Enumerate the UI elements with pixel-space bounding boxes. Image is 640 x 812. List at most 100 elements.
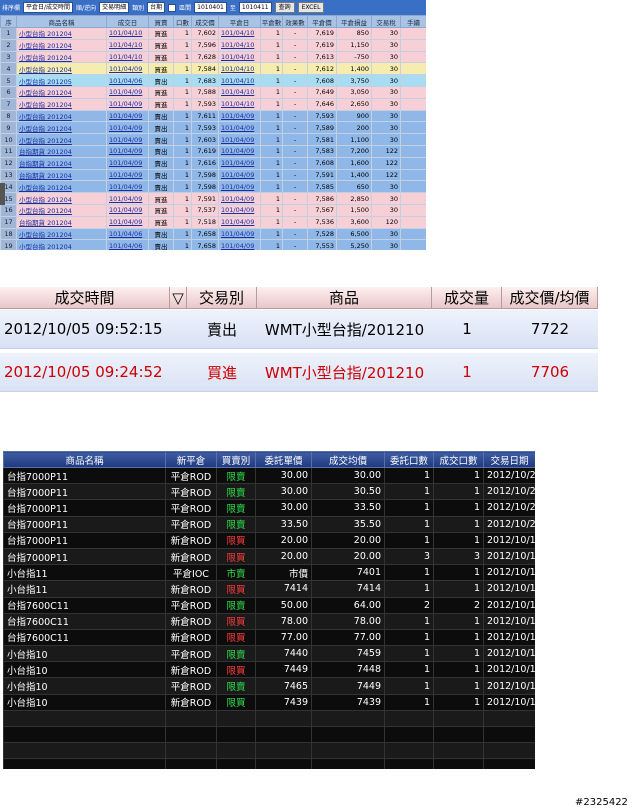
- table-row[interactable]: 17 台指期貨 201204 101/04/09 買進 1 7,518 101/04/09 1…: [0, 215, 426, 229]
- table-row[interactable]: 18 小型台指 201204 101/04/06 賣出 1 7,658 101/04/09 1…: [0, 227, 426, 241]
- table-cell[interactable]: 101/04/09: [218, 168, 261, 182]
- table-row[interactable]: 4 小型台指 201204 101/04/09 買進 1 7,584 101/04/10 1-…: [0, 62, 426, 76]
- table-row[interactable]: 小台指11新倉ROD限買74147414112012/10/19: [3, 580, 535, 598]
- table-row[interactable]: 14 小型台指 201204 101/04/09 賣出 1 7,598 101/04/09 1…: [0, 180, 426, 194]
- column-header[interactable]: 交易別: [187, 287, 257, 309]
- table-cell[interactable]: 小型台指 201204: [16, 121, 107, 135]
- table-cell[interactable]: 小型台指 201204: [16, 239, 107, 250]
- table-cell[interactable]: 台指期貨 201204: [16, 156, 107, 170]
- table-cell[interactable]: 101/04/09: [106, 180, 149, 194]
- column-header[interactable]: 手續: [400, 15, 426, 28]
- table-cell[interactable]: 小型台指 201204: [16, 109, 107, 123]
- column-header[interactable]: 口數: [173, 15, 192, 28]
- column-header[interactable]: 成交口數: [433, 451, 484, 468]
- table-cell[interactable]: 小型台指 201204: [16, 192, 107, 205]
- column-header[interactable]: 成交均價: [311, 451, 385, 468]
- table-cell[interactable]: 101/04/09: [106, 144, 149, 158]
- table-cell[interactable]: 101/04/10: [218, 85, 261, 99]
- table-cell[interactable]: 101/04/09: [106, 109, 149, 123]
- table-cell[interactable]: 101/04/10: [106, 50, 149, 64]
- table-cell[interactable]: 101/04/06: [106, 227, 149, 241]
- table-cell[interactable]: 101/04/10: [218, 62, 261, 76]
- table-row[interactable]: 7 小型台指 201204 101/04/09 買進 1 7,593 101/04/10 1-…: [0, 97, 426, 111]
- table-cell[interactable]: 101/04/09: [106, 156, 149, 170]
- table-cell[interactable]: 101/04/09: [106, 62, 149, 76]
- column-header[interactable]: 效果數: [282, 15, 308, 28]
- fill-row[interactable]: 2012/10/05 09:24:52 買進 WMT小型台指/201210 1 7706: [0, 353, 598, 392]
- table-row[interactable]: 16 小型台指 201204 101/04/09 買進 1 7,537 101/04/09 1…: [0, 203, 426, 217]
- table-row[interactable]: 台指7000P11新倉ROD限買20.0020.00332012/10/19: [3, 547, 535, 566]
- table-cell[interactable]: 小型台指 201205: [16, 74, 107, 87]
- column-header[interactable]: 平倉價: [307, 15, 337, 28]
- table-cell[interactable]: 101/04/10: [218, 27, 261, 40]
- table-cell[interactable]: 101/04/09: [106, 203, 149, 217]
- column-header[interactable]: 成交量: [432, 287, 502, 309]
- table-cell[interactable]: 101/04/09: [106, 133, 149, 146]
- table-cell[interactable]: 101/04/09: [218, 144, 261, 158]
- table-cell[interactable]: 小型台指 201204: [16, 50, 107, 64]
- table-cell[interactable]: 101/04/09: [106, 97, 149, 111]
- column-header[interactable]: 成交日: [106, 15, 149, 28]
- table-row[interactable]: 台指7000P11平倉ROD限賣30.0033.50112012/10/22: [3, 499, 535, 517]
- table-row[interactable]: 小台指10新倉ROD限買74497448112012/10/16: [3, 661, 535, 679]
- column-header[interactable]: 交易日期: [483, 451, 535, 468]
- table-cell[interactable]: 小型台指 201204: [16, 38, 107, 52]
- table-cell[interactable]: 101/04/09: [218, 133, 261, 146]
- column-header[interactable]: 委託單價: [255, 451, 312, 468]
- table-row[interactable]: 小台指10平倉ROD限賣74407459112012/10/16: [3, 645, 535, 663]
- table-cell[interactable]: 101/04/06: [106, 74, 149, 87]
- table-cell[interactable]: 101/04/09: [218, 109, 261, 123]
- table-cell[interactable]: 台指期貨 201204: [16, 144, 107, 158]
- column-header[interactable]: 平倉數: [260, 15, 283, 28]
- table-cell[interactable]: 小型台指 201204: [16, 133, 107, 146]
- table-row[interactable]: 10 小型台指 201204 101/04/09 賣出 1 7,603 101/04/09 1…: [0, 133, 426, 146]
- table-cell[interactable]: 台指期貨 201204: [16, 168, 107, 182]
- table-row[interactable]: 台指7600C11新倉ROD限買77.0077.00112012/10/17: [3, 628, 535, 647]
- table-cell[interactable]: 101/04/09: [218, 121, 261, 135]
- sort-arrow-icon[interactable]: ▽: [170, 287, 187, 309]
- table-row[interactable]: 小台指10平倉ROD限賣74657449112012/10/16: [3, 677, 535, 695]
- table-cell[interactable]: 小型台指 201204: [16, 85, 107, 99]
- excel-button[interactable]: EXCEL: [297, 2, 325, 13]
- table-cell[interactable]: 101/04/09: [218, 180, 261, 194]
- table-cell[interactable]: 101/04/10: [218, 38, 261, 52]
- column-header[interactable]: 商品: [257, 287, 432, 309]
- column-header[interactable]: 商品名稱: [16, 15, 107, 28]
- table-row[interactable]: 19 小型台指 201204 101/04/06 賣出 1 7,658 101/04/09 1…: [0, 239, 426, 250]
- table-row[interactable]: 台指7000P11平倉ROD限賣33.5035.50112012/10/22: [3, 515, 535, 533]
- column-header[interactable]: 成交時間: [0, 287, 170, 309]
- table-row[interactable]: 15 小型台指 201204 101/04/09 買進 1 7,591 101/04/09 1…: [0, 192, 426, 205]
- table-cell[interactable]: 101/04/09: [106, 121, 149, 135]
- scrollbar-handle[interactable]: [0, 183, 5, 205]
- column-header[interactable]: 成交價/均價: [502, 287, 598, 309]
- table-row[interactable]: 3 小型台指 201204 101/04/10 買進 1 7,628 101/04/10 1-…: [0, 50, 426, 64]
- table-row[interactable]: 1 小型台指 201204 101/04/10 買進 1 7,602 101/04/10 1-…: [0, 27, 426, 40]
- table-row[interactable]: 13 台指期貨 201204 101/04/09 賣出 1 7,598 101/04/09 1…: [0, 168, 426, 182]
- table-cell[interactable]: 小型台指 201204: [16, 227, 107, 241]
- table-row[interactable]: 8 小型台指 201204 101/04/09 賣出 1 7,611 101/04/09 1-…: [0, 109, 426, 123]
- table-cell[interactable]: 台指期貨 201204: [16, 215, 107, 229]
- query-button[interactable]: 查詢: [274, 2, 295, 13]
- table-cell[interactable]: 101/04/10: [106, 38, 149, 52]
- date-range-checkbox[interactable]: [168, 3, 177, 12]
- column-header[interactable]: 新平倉: [165, 451, 217, 468]
- table-cell[interactable]: 101/04/09: [106, 168, 149, 182]
- column-header[interactable]: 交易稅: [371, 15, 401, 28]
- table-cell[interactable]: 101/04/10: [218, 97, 261, 111]
- table-cell[interactable]: 小型台指 201204: [16, 180, 107, 194]
- column-header[interactable]: 平倉日: [218, 15, 261, 28]
- table-row[interactable]: 11 台指期貨 201204 101/04/09 賣出 1 7,619 101/04/09 1…: [0, 144, 426, 158]
- table-cell[interactable]: 小型台指 201204: [16, 62, 107, 76]
- column-header[interactable]: 平倉損益: [336, 15, 372, 28]
- column-header[interactable]: 成交價: [191, 15, 219, 28]
- table-cell[interactable]: 101/04/09: [218, 239, 261, 250]
- column-header[interactable]: 買賣別: [216, 451, 256, 468]
- table-cell[interactable]: 101/04/09: [218, 203, 261, 217]
- date-from-input[interactable]: 1010401: [194, 2, 227, 13]
- market-select[interactable]: 台期: [147, 2, 166, 13]
- table-cell[interactable]: 101/04/09: [106, 215, 149, 229]
- table-row[interactable]: 12 台指期貨 201204 101/04/09 賣出 1 7,616 101/04/09 1…: [0, 156, 426, 170]
- date-to-input[interactable]: 1010411: [238, 2, 272, 13]
- column-header[interactable]: 序: [0, 15, 17, 28]
- table-row[interactable]: 9 小型台指 201204 101/04/09 賣出 1 7,593 101/04/09 1-…: [0, 121, 426, 135]
